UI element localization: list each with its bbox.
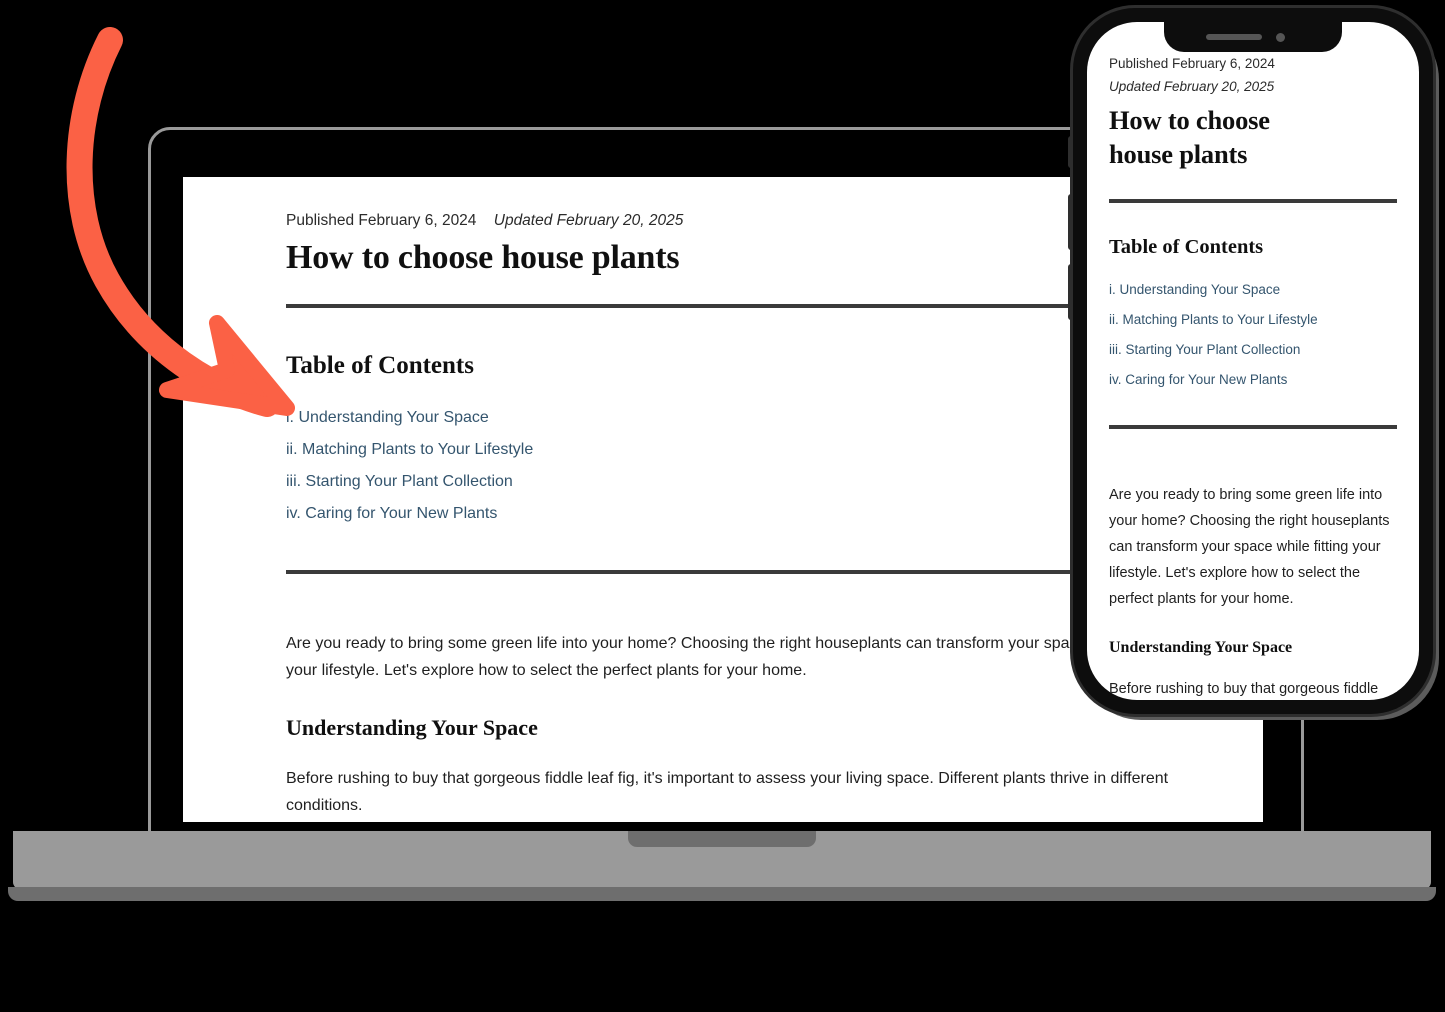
phone-published-date: Published February 6, 2024	[1109, 56, 1275, 71]
front-camera-icon	[1276, 33, 1285, 42]
intro-paragraph: Are you ready to bring some green life i…	[286, 635, 1171, 680]
laptop-base-deck	[13, 831, 1431, 889]
phone-article-meta: Published February 6, 2024 Updated Febru…	[1109, 52, 1397, 98]
phone-device: Published February 6, 2024 Updated Febru…	[1068, 8, 1445, 724]
phone-page-title: How to choose house plants	[1109, 104, 1397, 170]
phone-toc-link-2[interactable]: ii. Matching Plants to Your Lifestyle	[1109, 305, 1397, 335]
phone-table-of-contents: i. Understanding Your Space ii. Matching…	[1109, 275, 1397, 395]
phone-divider-top	[1109, 198, 1397, 203]
phone-updated-date: Updated February 20, 2025	[1109, 79, 1275, 95]
phone-content-spacer	[1109, 429, 1397, 482]
section-paragraph-understanding-your-space: Before rushing to buy that gorgeous fidd…	[286, 770, 1169, 815]
phone-section-heading-understanding-your-space: Understanding Your Space	[1109, 638, 1293, 656]
phone-notch	[1164, 22, 1342, 52]
updated-date: Updated February 20, 2025	[493, 212, 684, 229]
phone-volume-down-button[interactable]	[1068, 264, 1073, 320]
laptop-base	[8, 831, 1436, 905]
phone-screen: Published February 6, 2024 Updated Febru…	[1087, 22, 1419, 700]
laptop-base-foot	[8, 887, 1436, 901]
speaker-grille-icon	[1206, 34, 1262, 40]
phone-volume-up-button[interactable]	[1068, 194, 1073, 250]
phone-page-title-line-1: How to choose	[1109, 105, 1270, 136]
phone-toc-heading: Table of Contents	[1109, 235, 1264, 258]
phone-toc-link-1[interactable]: i. Understanding Your Space	[1109, 275, 1397, 305]
phone-toc-link-3[interactable]: iii. Starting Your Plant Collection	[1109, 335, 1397, 365]
screenshot-stage: Published February 6, 2024 Updated Febru…	[0, 0, 1445, 1012]
phone-frame: Published February 6, 2024 Updated Febru…	[1068, 8, 1433, 714]
divider-top	[286, 304, 1173, 309]
laptop-base-notch	[628, 831, 816, 847]
phone-article: Published February 6, 2024 Updated Febru…	[1087, 22, 1419, 700]
phone-page-title-line-2: house plants	[1109, 138, 1248, 169]
published-date: Published February 6, 2024	[286, 212, 477, 229]
phone-silent-switch[interactable]	[1068, 136, 1073, 168]
phone-toc-link-4[interactable]: iv. Caring for Your New Plants	[1109, 365, 1397, 395]
phone-section-paragraph-understanding-your-space: Before rushing to buy that gorgeous fidd…	[1109, 680, 1379, 697]
phone-intro-paragraph: Are you ready to bring some green life i…	[1109, 486, 1390, 607]
